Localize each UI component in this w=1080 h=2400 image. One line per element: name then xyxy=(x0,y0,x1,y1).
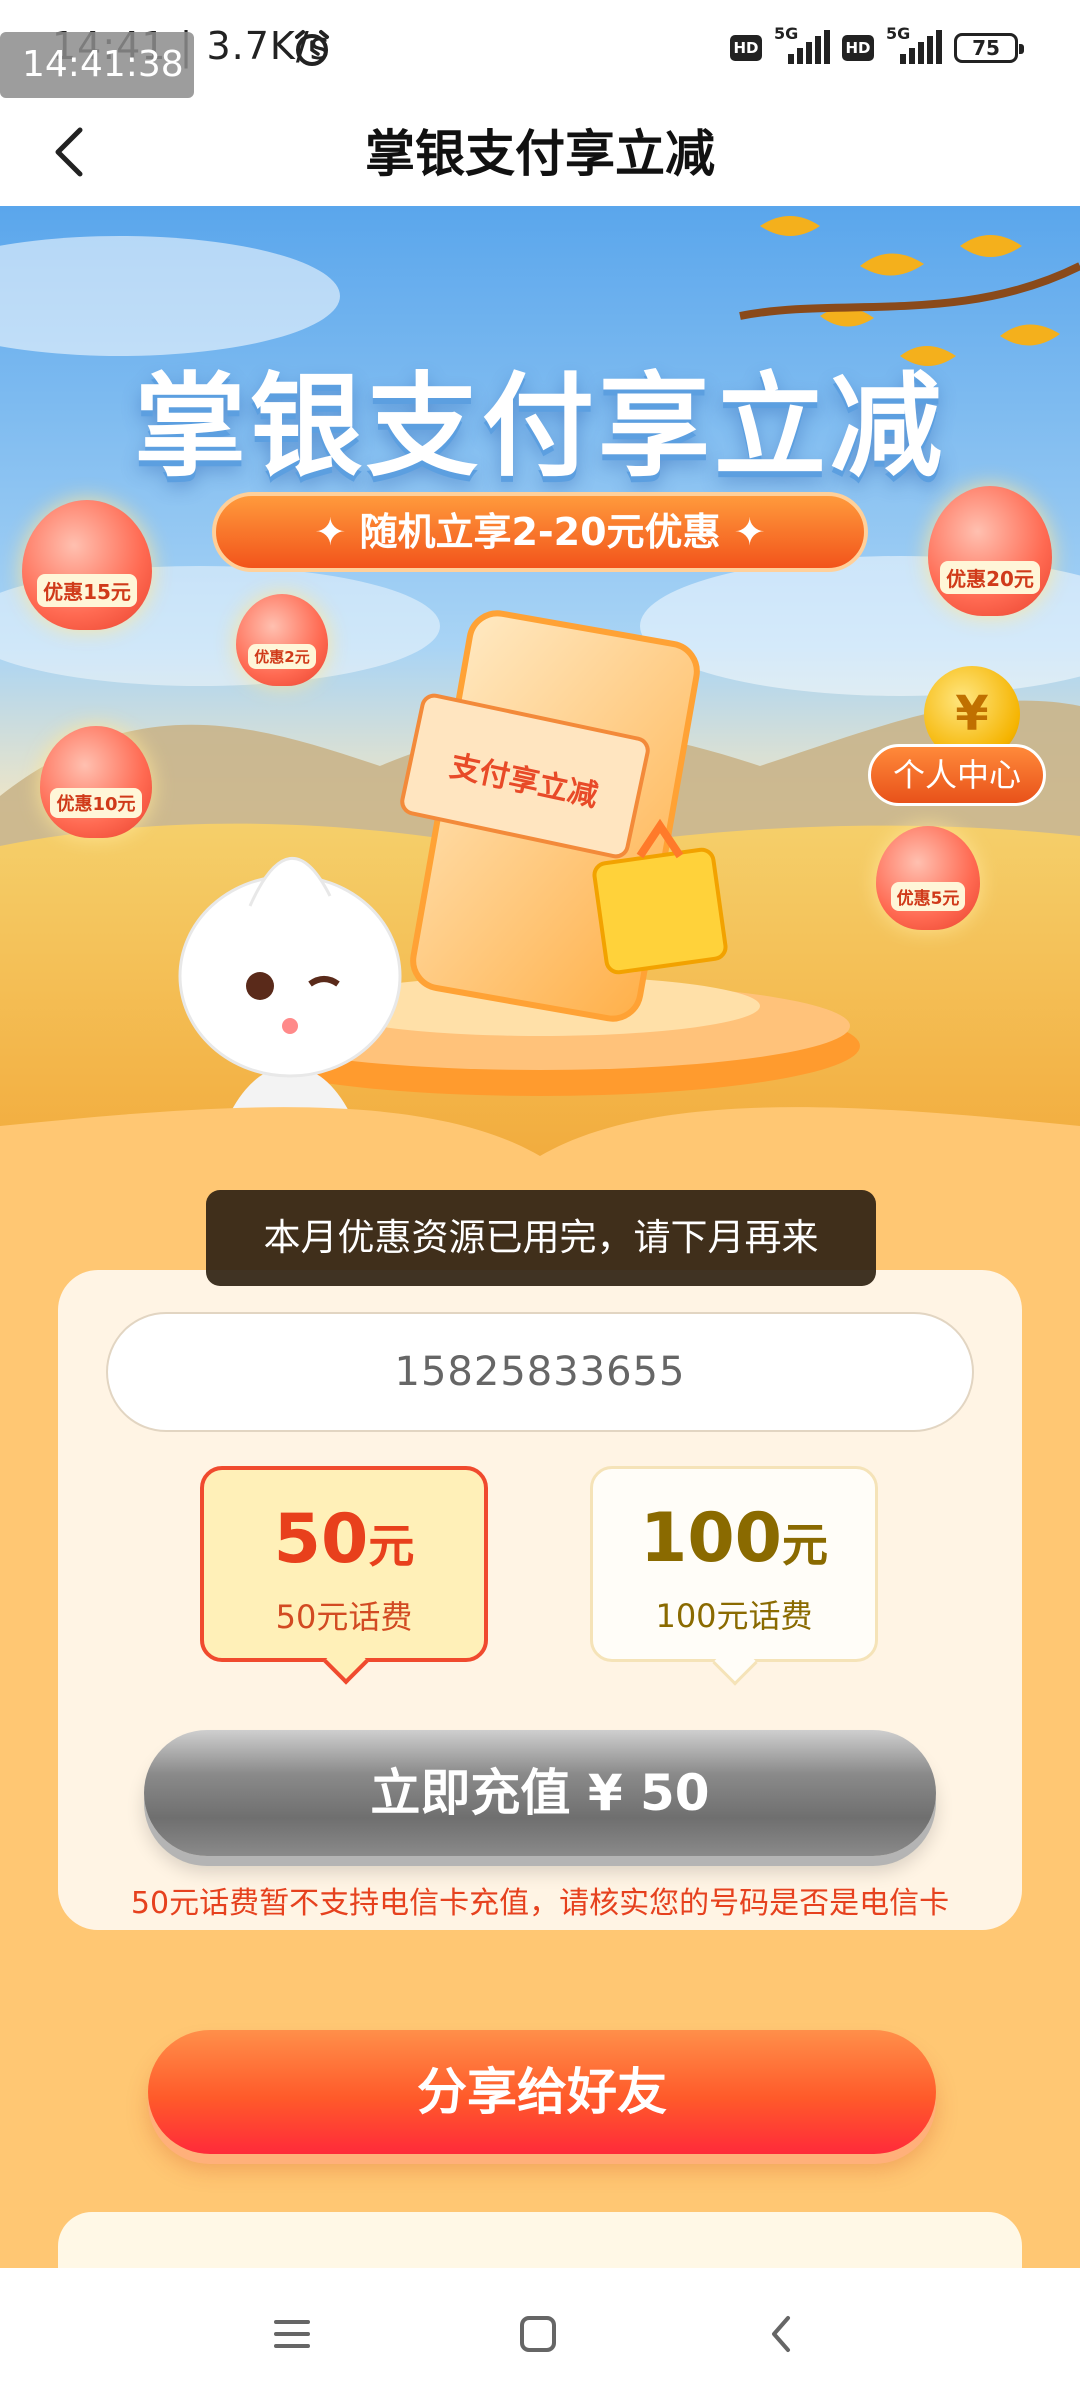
lantern-2-label: 优惠2元 xyxy=(248,644,316,670)
sim2-network-label: 5G xyxy=(886,24,911,43)
signal-icon-sim1: 5G xyxy=(774,24,830,68)
option-100-amount-value: 100 xyxy=(640,1499,782,1578)
lantern-15[interactable]: 优惠15元 xyxy=(22,500,152,630)
option-50-amount: 50元 xyxy=(204,1500,484,1579)
app-header: 掌银支付享立减 xyxy=(0,100,1080,206)
recharge-now-button[interactable]: 立即充值 ¥ 50 xyxy=(144,1730,936,1856)
alarm-icon xyxy=(295,30,329,66)
option-50-pointer xyxy=(323,1639,369,1685)
lantern-20-label: 优惠20元 xyxy=(940,560,1040,594)
lantern-15-label: 优惠15元 xyxy=(37,573,137,607)
overlay-clock: 14:41:38 xyxy=(0,32,194,98)
option-50-amount-value: 50 xyxy=(273,1500,369,1579)
sim1-network-label: 5G xyxy=(774,24,799,43)
lantern-5[interactable]: 优惠5元 xyxy=(876,826,980,930)
share-to-friends-button[interactable]: 分享给好友 xyxy=(148,2030,936,2154)
status-indicators: HD 5G HD 5G 75 xyxy=(730,24,1024,70)
option-100-subtitle: 100元话费 xyxy=(655,1597,813,1635)
lantern-2[interactable]: 优惠2元 xyxy=(236,594,328,686)
battery-icon: 75 xyxy=(954,33,1024,63)
system-nav-bar xyxy=(0,2268,1080,2400)
option-100-amount-unit: 元 xyxy=(781,1518,828,1572)
lantern-20[interactable]: 优惠20元 xyxy=(928,486,1052,616)
toast-message: 本月优惠资源已用完，请下月再来 xyxy=(206,1190,876,1286)
option-50-yuan[interactable]: 50元 50元话费 xyxy=(200,1466,488,1685)
telecom-notice: 50元话费暂不支持电信卡充值，请核实您的号码是否是电信卡 xyxy=(130,1886,950,1921)
option-100-yuan[interactable]: 100元 100元话费 xyxy=(590,1466,878,1686)
status-bar: 14:41 | 3.7K/s 14:41:38 HD 5G HD 5G xyxy=(0,0,1080,100)
option-100-amount: 100元 xyxy=(593,1499,875,1578)
option-100-pointer xyxy=(712,1640,758,1686)
menu-icon[interactable] xyxy=(262,2306,322,2362)
hd-badge: HD xyxy=(730,35,762,61)
discount-range-pill: ✦ 随机立享2-20元优惠 ✦ xyxy=(212,492,868,572)
hero-title: 掌银支付享立减 xyxy=(134,362,946,492)
hero-banner: 支付享立减 掌银支付享立减 ✦ 随机立享2-20元优惠 ✦ 优惠15元 优惠2元… xyxy=(0,206,1080,1186)
recharge-card: 15825833655 50元 50元话费 100元 100元话费 立即充值 ¥… xyxy=(58,1270,1022,1930)
personal-center-button[interactable]: 个人中心 xyxy=(868,744,1046,806)
nav-back-icon[interactable] xyxy=(752,2306,812,2362)
signal-icon-sim2: 5G xyxy=(886,24,942,68)
battery-level: 75 xyxy=(972,36,1000,60)
option-50-amount-unit: 元 xyxy=(368,1519,415,1573)
lantern-5-label: 优惠5元 xyxy=(890,882,966,912)
lantern-10[interactable]: 优惠10元 xyxy=(40,726,152,838)
option-50-subtitle: 50元话费 xyxy=(275,1598,413,1636)
page-title: 掌银支付享立减 xyxy=(365,125,715,183)
hd-badge-2: HD xyxy=(842,35,874,61)
phone-number-input[interactable]: 15825833655 xyxy=(106,1312,974,1432)
home-icon[interactable] xyxy=(508,2306,568,2362)
lantern-10-label: 优惠10元 xyxy=(50,787,142,818)
